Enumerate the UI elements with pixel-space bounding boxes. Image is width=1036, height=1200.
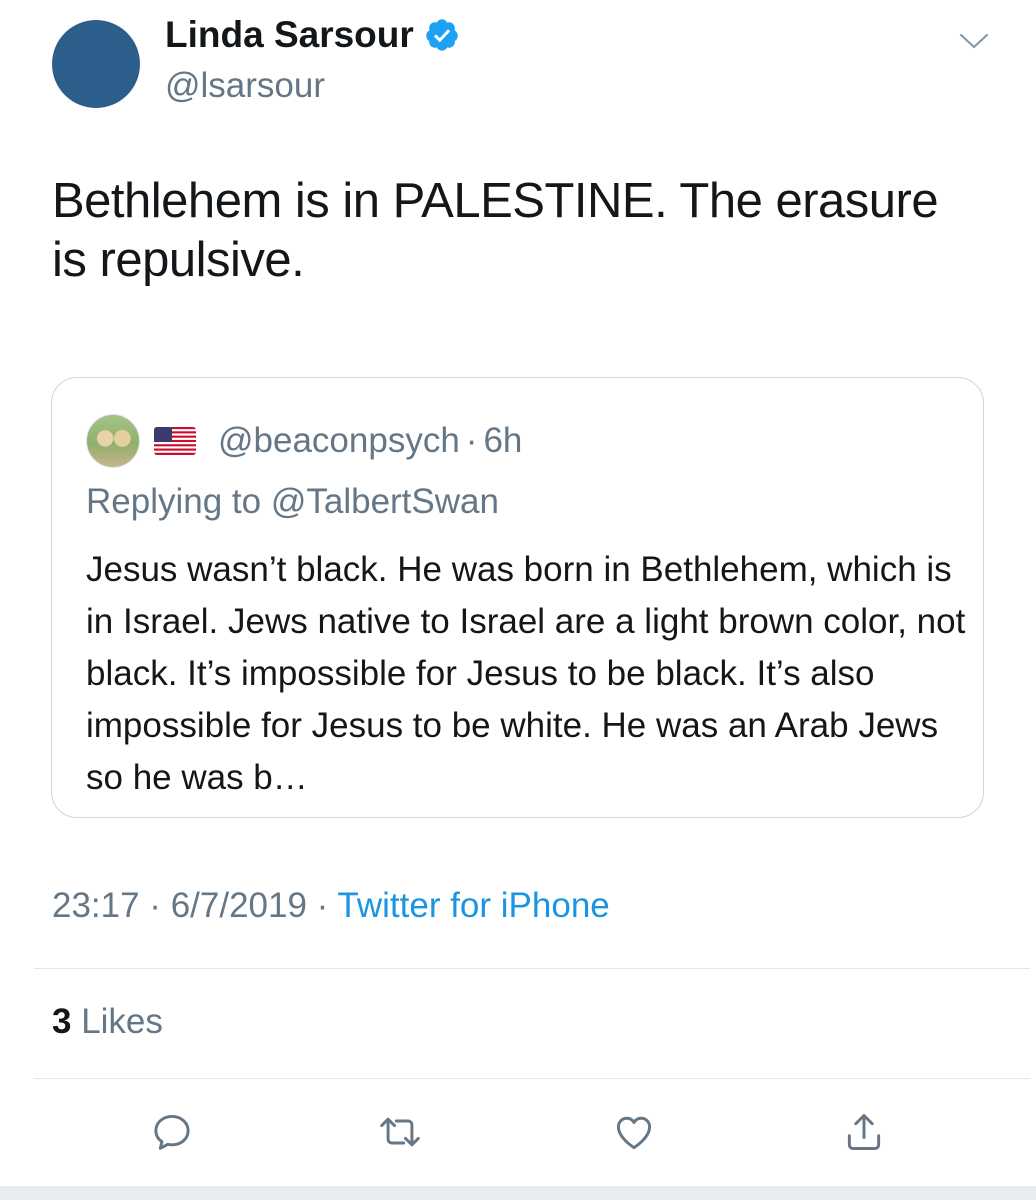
reply-button[interactable] bbox=[146, 1106, 198, 1158]
verified-badge-icon bbox=[426, 19, 458, 51]
author-name[interactable]: Linda Sarsour bbox=[165, 14, 414, 56]
likes-count[interactable]: 3 Likes bbox=[52, 1002, 163, 1042]
likes-label: Likes bbox=[71, 1002, 163, 1041]
bottom-edge bbox=[0, 1186, 1036, 1200]
quoted-tweet-header: @beaconpsych · 6h bbox=[86, 414, 522, 468]
like-button[interactable] bbox=[608, 1106, 660, 1158]
quoted-tweet-card[interactable]: @beaconpsych · 6h Replying to @TalbertSw… bbox=[51, 377, 984, 818]
divider bbox=[34, 968, 1030, 969]
quoted-author-avatar bbox=[86, 414, 140, 468]
retweet-icon bbox=[380, 1117, 420, 1147]
reply-icon bbox=[154, 1114, 190, 1150]
tweet-timestamp: 23:17 · 6/7/2019 · bbox=[52, 886, 338, 925]
quoted-tweet-time: 6h bbox=[483, 421, 523, 460]
quoted-author-handle[interactable]: @beaconpsych bbox=[218, 421, 460, 461]
quoted-tweet-text: Jesus wasn’t black. He was born in Bethl… bbox=[86, 550, 966, 797]
author-handle[interactable]: @lsarsour bbox=[165, 66, 325, 106]
author-avatar[interactable] bbox=[52, 20, 140, 108]
retweet-button[interactable] bbox=[374, 1106, 426, 1158]
tweet-text: Bethlehem is in PALESTINE. The erasure i… bbox=[52, 174, 939, 287]
tweet-menu-button[interactable] bbox=[956, 28, 992, 54]
heart-icon bbox=[616, 1116, 652, 1150]
share-icon bbox=[847, 1114, 881, 1150]
us-flag-icon bbox=[154, 427, 196, 455]
dot-separator: · bbox=[465, 421, 478, 460]
share-button[interactable] bbox=[838, 1106, 890, 1158]
chevron-down-icon bbox=[959, 33, 989, 49]
author-name-row[interactable]: Linda Sarsour bbox=[165, 14, 460, 56]
replying-to-label: Replying to @TalbertSwan bbox=[86, 482, 499, 521]
tweet-meta: 23:17 · 6/7/2019 · Twitter for iPhone bbox=[52, 886, 610, 926]
tweet-source-link[interactable]: Twitter for iPhone bbox=[337, 886, 609, 925]
likes-number: 3 bbox=[52, 1002, 72, 1041]
divider bbox=[34, 1078, 1030, 1079]
